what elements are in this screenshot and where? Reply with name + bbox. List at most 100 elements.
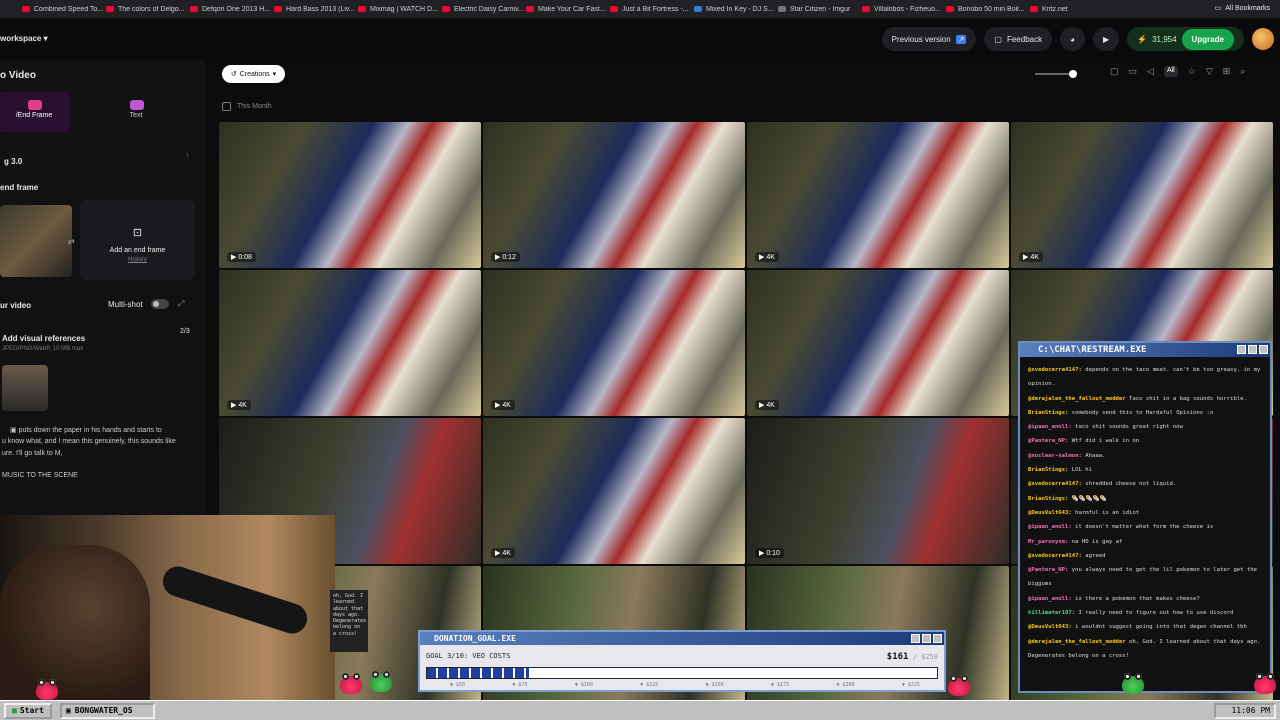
- favicon-icon: [610, 6, 618, 12]
- minimize-icon[interactable]: [1237, 345, 1246, 354]
- chat-text: harmful is an idiot: [1071, 509, 1140, 516]
- upgrade-button[interactable]: Upgrade: [1181, 28, 1234, 50]
- chat-message: @Pantera_NP: Wtf did i walk in on: [1028, 434, 1264, 448]
- video-thumbnail[interactable]: ▶ 4K: [483, 418, 745, 564]
- chat-username: Mr_paroxysm:: [1028, 538, 1069, 545]
- play-icon: ▶: [1102, 34, 1110, 44]
- bookmark-item[interactable]: Villalobos - Fizheuo...: [862, 6, 946, 13]
- video-thumbnail[interactable]: ▶ 4K: [747, 122, 1009, 268]
- maximize-icon[interactable]: [922, 634, 931, 643]
- video-thumbnail[interactable]: ▶ 0:08: [219, 122, 481, 268]
- avatar[interactable]: [1252, 28, 1274, 50]
- bookmark-item[interactable]: Star Citizen - Imgur: [778, 6, 862, 13]
- video-badge: ▶ 4K: [227, 400, 251, 410]
- multi-shot-toggle[interactable]: [151, 299, 169, 309]
- all-bookmarks[interactable]: ▭ All Bookmarks: [1214, 4, 1270, 13]
- video-thumbnail[interactable]: ▶ 4K: [1011, 122, 1273, 268]
- audio-filter-icon[interactable]: ◁: [1147, 66, 1154, 77]
- chat-username: @Pantera_NP:: [1028, 567, 1069, 574]
- tab-text[interactable]: Text: [100, 92, 172, 132]
- prompt-line: ure. I'll go talk to M,: [2, 450, 63, 457]
- grid-icon[interactable]: ⊞: [1223, 66, 1231, 77]
- image-filter-icon[interactable]: ▢: [1110, 66, 1119, 77]
- reference-thumbnail[interactable]: [2, 365, 48, 411]
- video-thumbnail[interactable]: ▶ 0:12: [483, 122, 745, 268]
- search-icon[interactable]: ⌕: [1240, 66, 1245, 77]
- select-checkbox[interactable]: [222, 102, 231, 111]
- prompt-line: u know what, and I mean this genuinely, …: [2, 438, 176, 445]
- previous-version-button[interactable]: Previous version ↗: [881, 27, 977, 51]
- chat-message: @nuclear-salmon: Ahaaa.: [1028, 449, 1264, 463]
- all-filter-button[interactable]: All: [1163, 66, 1178, 77]
- zoom-slider[interactable]: [1035, 70, 1077, 78]
- bookmark-item[interactable]: Hard Bass 2013 (Liv...: [274, 6, 358, 13]
- chat-username: @ipaan_anoll:: [1028, 424, 1072, 431]
- folder-icon: ▭: [1214, 5, 1222, 12]
- video-thumbnail[interactable]: ▶ 0:10: [747, 418, 1009, 564]
- filter-icon[interactable]: ▽: [1206, 66, 1213, 77]
- video-filter-icon[interactable]: ▭: [1129, 66, 1138, 77]
- video-thumbnail[interactable]: ▶ 4K: [747, 270, 1009, 416]
- video-thumbnail[interactable]: ▶ 4K: [219, 270, 481, 416]
- expand-icon[interactable]: ⤢: [178, 299, 184, 309]
- model-selector[interactable]: g 3.0: [4, 157, 22, 166]
- tick-label: ▼ $125: [640, 682, 659, 688]
- creations-dropdown[interactable]: ↺ Creations ▾: [222, 65, 285, 83]
- video-badge: ▶ 0:08: [227, 252, 256, 262]
- close-icon[interactable]: [1259, 345, 1268, 354]
- bookmark-item[interactable]: Combined Speed To...: [22, 6, 106, 13]
- close-icon[interactable]: [933, 634, 942, 643]
- chat-username: @svedocerra4147:: [1028, 481, 1082, 488]
- chat-username: @derajalen_the_fallout_modder: [1028, 395, 1126, 402]
- chat-text: LOL hi: [1068, 467, 1092, 474]
- add-refs-label[interactable]: Add visual references: [2, 334, 85, 343]
- credits-badge: ⚡ 31,954 Upgrade: [1127, 27, 1244, 51]
- chat-username: BrianStings:: [1028, 409, 1069, 416]
- taskbar-app[interactable]: ▣ BONGWATER_OS: [59, 702, 155, 719]
- swap-icon[interactable]: ⇄: [68, 237, 75, 246]
- character-icon: ▣: [10, 427, 17, 434]
- video-thumbnail[interactable]: ▶ 4K: [483, 270, 745, 416]
- bookmark-item[interactable]: Mixmag | WATCH D...: [358, 6, 442, 13]
- chat-message: @DeusVult643: harmful is an idiot: [1028, 506, 1264, 520]
- donation-title: DONATION_GOAL.EXE: [420, 632, 944, 645]
- chat-text: 🌯🌯🌯🌯🌯: [1068, 495, 1107, 502]
- bookmark-item[interactable]: Defqon One 2013 H...: [190, 6, 274, 13]
- chat-text: agreed: [1081, 552, 1106, 559]
- star-icon[interactable]: ☆: [1188, 66, 1196, 77]
- feedback-button[interactable]: ▢ Feedback: [984, 27, 1053, 51]
- history-link[interactable]: History: [80, 257, 195, 263]
- chat-username: @DeusVult643:: [1028, 509, 1072, 516]
- discord-button[interactable]: ◕: [1060, 27, 1085, 51]
- bookmark-item[interactable]: Kritz.net: [1030, 6, 1114, 13]
- bookmark-item[interactable]: Electric Daisy Carniv...: [442, 6, 526, 13]
- app-header: workspace ▾ Previous version ↗ ▢ Feedback …: [0, 18, 1280, 60]
- bookmark-item[interactable]: Make Your Car Fast...: [526, 6, 610, 13]
- chat-text: is there a pokemon that makes cheese?: [1071, 595, 1200, 602]
- chat-message: BrianStings: somebody send this to Harda…: [1028, 406, 1264, 420]
- maximize-icon[interactable]: [1248, 345, 1257, 354]
- chat-message: @svedocerra4147: agreed: [1028, 549, 1264, 563]
- bookmark-item[interactable]: Bonobo 50 min Boil...: [946, 6, 1030, 13]
- chat-message: BrianStings: LOL hi: [1028, 463, 1264, 477]
- bookmark-item[interactable]: Just a Bit Fortress -...: [610, 6, 694, 13]
- minimize-icon[interactable]: [911, 634, 920, 643]
- workspace-selector[interactable]: workspace ▾: [0, 34, 48, 43]
- clock: 11:06 PM: [1214, 702, 1276, 719]
- add-end-frame-button[interactable]: ⊡ Add an end frame History: [80, 200, 195, 280]
- windows-icon: ■: [12, 706, 17, 715]
- favicon-icon: [778, 6, 786, 12]
- chat-messages: @svedocerra4147: depends on the taco mea…: [1020, 357, 1270, 663]
- bookmark-item[interactable]: The colors of Delgo...: [106, 6, 190, 13]
- start-frame-thumbnail[interactable]: [0, 205, 72, 277]
- bookmark-item[interactable]: Mixed In Key - DJ S...: [694, 6, 778, 13]
- chat-username: @nuclear-salmon:: [1028, 452, 1082, 459]
- frog-emote: [370, 671, 392, 692]
- slider-handle[interactable]: [1069, 70, 1077, 78]
- start-button[interactable]: ■ Start: [4, 702, 52, 719]
- frog-emote: [948, 675, 970, 696]
- tab-start-end-frame[interactable]: /End Frame: [0, 92, 70, 132]
- youtube-button[interactable]: ▶: [1092, 27, 1120, 51]
- tick-label: ▼ $150: [705, 682, 724, 688]
- favicon-icon: [106, 6, 114, 12]
